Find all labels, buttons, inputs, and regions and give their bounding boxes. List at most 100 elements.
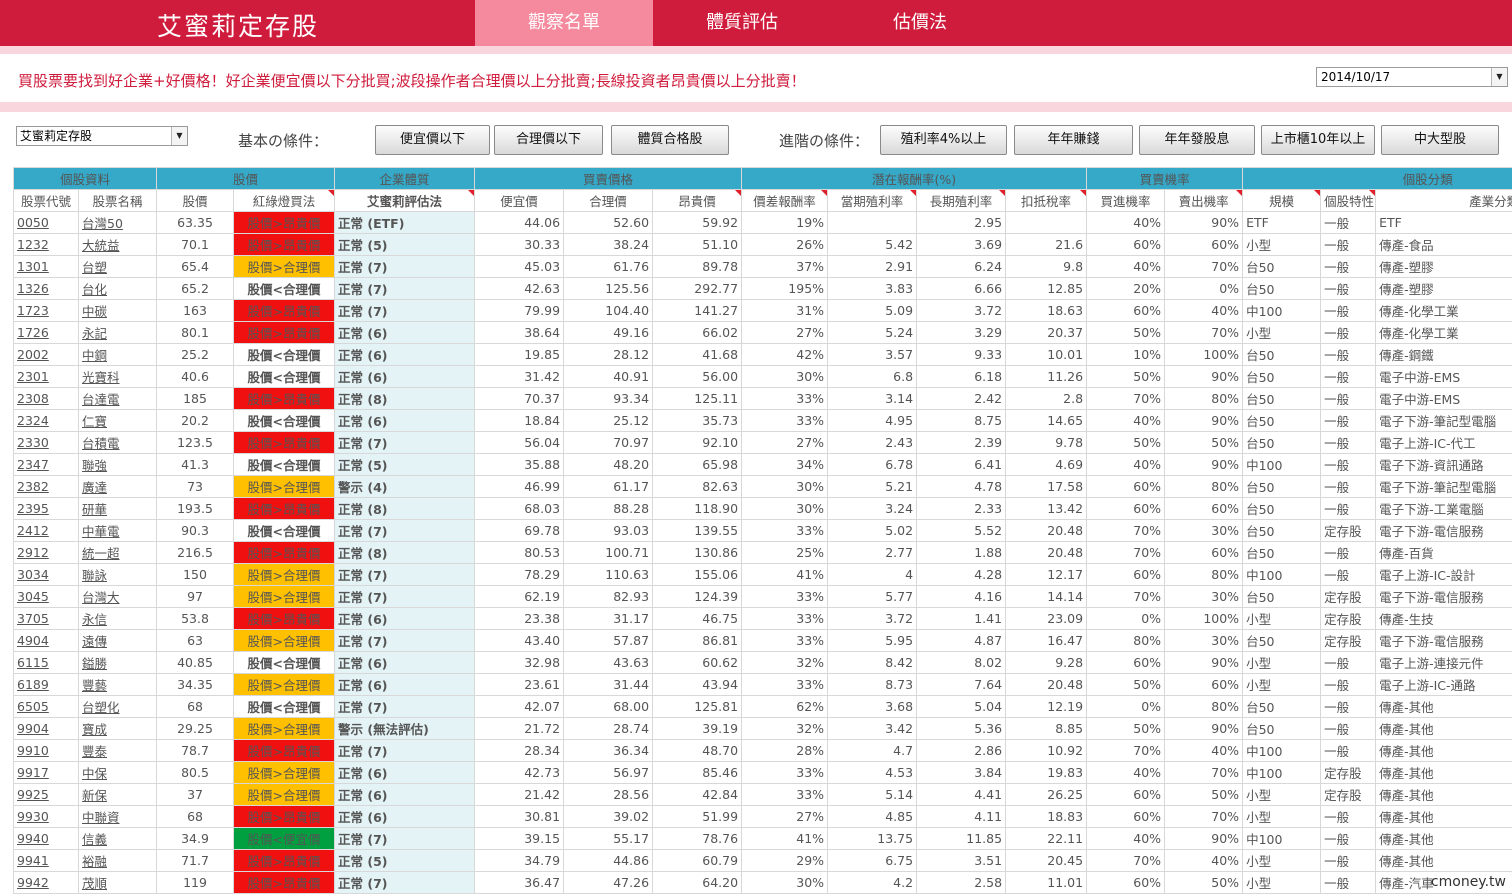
table-row[interactable]: 6505 台塑化 68 股價<合理價 正常 (7) 42.07 68.00 125.81 62%… [13,695,1512,718]
col-name[interactable]: 光寶科 [77,365,158,388]
table-row[interactable]: 1301 台塑 65.4 股價>合理價 正常 (7) 45.03 61.76 89.78 37%… [13,255,1512,278]
col-name[interactable]: 廣達 [77,475,158,498]
table-row[interactable]: 1232 大統益 70.1 股價>昂貴價 正常 (5) 30.33 38.24 51.10 26… [13,233,1512,256]
col-name[interactable]: 遠傳 [77,629,158,652]
table-row[interactable]: 1723 中碳 163 股價>昂貴價 正常 (7) 79.99 104.40 141.27 31… [13,299,1512,322]
col-code[interactable]: 2308 [13,387,79,410]
col-code[interactable]: 2382 [13,475,79,498]
col-code[interactable]: 9930 [13,805,79,828]
col-code[interactable]: 2395 [13,497,79,520]
col-name[interactable]: 聯詠 [77,563,158,586]
col-name[interactable]: 台達電 [77,387,158,410]
col-name[interactable]: 豐藝 [77,673,158,696]
col-name[interactable]: 台積電 [77,431,158,454]
col-name[interactable]: 台塑化 [77,695,158,718]
filter-quality-button[interactable]: 體質合格股 [611,125,729,155]
col-code[interactable]: 3705 [13,607,79,630]
col-code[interactable]: 3045 [13,585,79,608]
col-name[interactable]: 台灣大 [77,585,158,608]
col-code[interactable]: 9942 [13,871,79,894]
table-row[interactable]: 9941 裕融 71.7 股價>昂貴價 正常 (5) 34.79 44.86 60.79 29%… [13,849,1512,872]
col-name[interactable]: 茂順 [77,871,158,894]
table-row[interactable]: 4904 遠傳 63 股價>合理價 正常 (7) 43.40 57.87 86.81 33% 5.… [13,629,1512,652]
tab-watchlist[interactable]: 觀察名單 [475,0,653,46]
chevron-down-icon[interactable]: ▼ [1491,68,1507,86]
table-row[interactable]: 9917 中保 80.5 股價>合理價 正常 (6) 42.73 56.97 85.46 33%… [13,761,1512,784]
col-code[interactable]: 1232 [13,233,79,256]
date-select[interactable]: 2014/10/17 ▼ [1316,67,1508,87]
table-row[interactable]: 3034 聯詠 150 股價>合理價 正常 (7) 78.29 110.63 155.06 41… [13,563,1512,586]
col-code[interactable]: 6189 [13,673,79,696]
table-row[interactable]: 2395 研華 193.5 股價>昂貴價 正常 (8) 68.03 88.28 118.90 3… [13,497,1512,520]
col-code[interactable]: 9940 [13,827,79,850]
col-code[interactable]: 2324 [13,409,79,432]
table-row[interactable]: 2308 台達電 185 股價>昂貴價 正常 (8) 70.37 93.34 125.11 33… [13,387,1512,410]
filter-dividend-button[interactable]: 年年發股息 [1139,125,1255,155]
col-code[interactable]: 1723 [13,299,79,322]
col-code[interactable]: 2002 [13,343,79,366]
table-row[interactable]: 2412 中華電 90.3 股價<合理價 正常 (7) 69.78 93.03 139.55 3… [13,519,1512,542]
col-code[interactable]: 2330 [13,431,79,454]
col-code[interactable]: 4904 [13,629,79,652]
col-name[interactable]: 研華 [77,497,158,520]
col-name[interactable]: 鎰勝 [77,651,158,674]
col-code[interactable]: 0050 [13,211,79,234]
filter-fair-button[interactable]: 合理價以下 [494,125,603,155]
table-row[interactable]: 2382 廣達 73 股價>合理價 警示 (4) 46.99 61.17 82.63 30% 5.… [13,475,1512,498]
col-name[interactable]: 新保 [77,783,158,806]
col-name[interactable]: 中碳 [77,299,158,322]
col-name[interactable]: 豐泰 [77,739,158,762]
filter-listed-button[interactable]: 上市櫃10年以上 [1261,125,1375,155]
col-name[interactable]: 台灣50 [77,211,158,234]
table-row[interactable]: 6115 鎰勝 40.85 股價<合理價 正常 (6) 32.98 43.63 60.62 32… [13,651,1512,674]
table-row[interactable]: 9940 信義 34.9 股價<便宜價 正常 (7) 39.15 55.17 78.76 41%… [13,827,1512,850]
col-name[interactable]: 中華電 [77,519,158,542]
col-code[interactable]: 1326 [13,277,79,300]
filter-yield-button[interactable]: 殖利率4%以上 [880,125,1007,155]
col-code[interactable]: 6505 [13,695,79,718]
col-name[interactable]: 中保 [77,761,158,784]
table-row[interactable]: 2324 仁寶 20.2 股價<合理價 正常 (6) 18.84 25.12 35.73 33%… [13,409,1512,432]
col-name[interactable]: 台塑 [77,255,158,278]
col-name[interactable]: 永信 [77,607,158,630]
chevron-down-icon[interactable]: ▼ [171,127,187,145]
col-code[interactable]: 2347 [13,453,79,476]
table-row[interactable]: 9925 新保 37 股價>合理價 正常 (6) 21.42 28.56 42.84 33% 5.… [13,783,1512,806]
table-row[interactable]: 9930 中聯資 68 股價>昂貴價 正常 (6) 30.81 39.02 51.99 27% 4… [13,805,1512,828]
table-row[interactable]: 9904 寶成 29.25 股價>合理價 警示 (無法評估) 21.72 28.74 39.1… [13,717,1512,740]
col-name[interactable]: 仁寶 [77,409,158,432]
col-name[interactable]: 信義 [77,827,158,850]
col-code[interactable]: 9925 [13,783,79,806]
col-name[interactable]: 中鋼 [77,343,158,366]
filter-cheap-button[interactable]: 便宜價以下 [375,125,490,155]
table-row[interactable]: 1326 台化 65.2 股價<合理價 正常 (7) 42.63 125.56 292.77 1… [13,277,1512,300]
col-code[interactable]: 2412 [13,519,79,542]
col-name[interactable]: 台化 [77,277,158,300]
col-code[interactable]: 1726 [13,321,79,344]
table-row[interactable]: 2912 統一超 216.5 股價>昂貴價 正常 (8) 80.53 100.71 130.8… [13,541,1512,564]
col-code[interactable]: 9917 [13,761,79,784]
col-name[interactable]: 寶成 [77,717,158,740]
tab-quality[interactable]: 體質評估 [653,0,831,46]
table-row[interactable]: 6189 豐藝 34.35 股價>合理價 正常 (6) 23.61 31.44 43.94 33… [13,673,1512,696]
col-code[interactable]: 2912 [13,541,79,564]
col-code[interactable]: 6115 [13,651,79,674]
table-row[interactable]: 1726 永記 80.1 股價>昂貴價 正常 (6) 38.64 49.16 66.02 27%… [13,321,1512,344]
col-name[interactable]: 聯強 [77,453,158,476]
table-row[interactable]: 0050 台灣50 63.35 股價>昂貴價 正常 (ETF) 44.06 52.60 59.… [13,211,1512,234]
filter-profit-button[interactable]: 年年賺錢 [1014,125,1133,155]
col-code[interactable]: 9904 [13,717,79,740]
table-row[interactable]: 2347 聯強 41.3 股價<合理價 正常 (5) 35.88 48.20 65.98 34%… [13,453,1512,476]
col-code[interactable]: 1301 [13,255,79,278]
col-code[interactable]: 9941 [13,849,79,872]
col-name[interactable]: 大統益 [77,233,158,256]
table-row[interactable]: 3705 永信 53.8 股價>昂貴價 正常 (6) 23.38 31.17 46.75 33%… [13,607,1512,630]
col-name[interactable]: 中聯資 [77,805,158,828]
table-row[interactable]: 2002 中鋼 25.2 股價<合理價 正常 (6) 19.85 28.12 41.68 42%… [13,343,1512,366]
col-code[interactable]: 9910 [13,739,79,762]
table-row[interactable]: 2330 台積電 123.5 股價>昂貴價 正常 (7) 56.04 70.97 92.10 2… [13,431,1512,454]
watchlist-select[interactable]: 艾蜜莉定存股 ▼ [16,126,188,146]
table-row[interactable]: 9910 豐泰 78.7 股價>昂貴價 正常 (7) 28.34 36.34 48.70 28%… [13,739,1512,762]
col-name[interactable]: 裕融 [77,849,158,872]
col-code[interactable]: 2301 [13,365,79,388]
